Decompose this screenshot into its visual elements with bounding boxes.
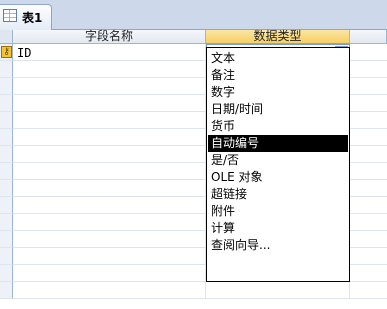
row-selector[interactable] <box>0 265 13 282</box>
description-cell[interactable] <box>350 78 387 95</box>
dropdown-option[interactable]: 附件 <box>208 203 348 220</box>
description-cell[interactable] <box>350 61 387 78</box>
description-cell[interactable] <box>350 95 387 112</box>
description-cell[interactable] <box>350 44 387 61</box>
dropdown-option[interactable]: 日期/时间 <box>208 101 348 118</box>
data-type-dropdown-list[interactable]: 文本 备注 数字 日期/时间 货币 自动编号 是/否 OLE 对象 超链接 附件… <box>206 47 350 282</box>
field-name-cell[interactable] <box>13 282 206 299</box>
primary-key-icon: ⚷ <box>1 46 12 58</box>
field-name-cell[interactable] <box>13 146 206 163</box>
field-name-cell[interactable] <box>13 61 206 78</box>
row-selector[interactable] <box>0 248 13 265</box>
field-name-cell[interactable] <box>13 129 206 146</box>
field-name-cell[interactable] <box>13 180 206 197</box>
description-cell[interactable] <box>350 214 387 231</box>
field-name-cell[interactable] <box>13 78 206 95</box>
description-cell[interactable] <box>350 146 387 163</box>
document-tab-strip: 表1 <box>0 0 387 30</box>
dropdown-option[interactable]: 查阅向导... <box>208 237 348 254</box>
column-header-field-name[interactable]: 字段名称 <box>13 30 206 44</box>
dropdown-option[interactable]: 超链接 <box>208 186 348 203</box>
field-name-cell[interactable] <box>13 95 206 112</box>
field-name-cell[interactable]: ID <box>13 44 206 61</box>
dropdown-option[interactable]: OLE 对象 <box>208 169 348 186</box>
dropdown-option[interactable]: 自动编号 <box>208 135 348 152</box>
field-name-cell[interactable] <box>13 214 206 231</box>
row-selector[interactable] <box>0 95 13 112</box>
field-name-cell[interactable] <box>13 163 206 180</box>
row-selector[interactable] <box>0 163 13 180</box>
row-selector[interactable] <box>0 231 13 248</box>
dropdown-option[interactable]: 备注 <box>208 67 348 84</box>
dropdown-option[interactable]: 货币 <box>208 118 348 135</box>
field-name-text: ID <box>17 46 32 60</box>
table-row[interactable] <box>0 282 387 299</box>
tab-table1[interactable]: 表1 <box>0 4 52 30</box>
description-cell[interactable] <box>350 197 387 214</box>
row-selector[interactable] <box>0 112 13 129</box>
row-selector[interactable] <box>0 180 13 197</box>
dropdown-option[interactable]: 文本 <box>208 50 348 67</box>
dropdown-option[interactable]: 数字 <box>208 84 348 101</box>
row-selector[interactable] <box>0 197 13 214</box>
column-header-description[interactable] <box>350 30 387 44</box>
row-selector[interactable] <box>0 61 13 78</box>
dropdown-option[interactable]: 是/否 <box>208 152 348 169</box>
description-cell[interactable] <box>350 163 387 180</box>
row-selector[interactable] <box>0 282 13 299</box>
description-cell[interactable] <box>350 180 387 197</box>
row-selector[interactable] <box>0 78 13 95</box>
row-selector[interactable] <box>0 129 13 146</box>
field-name-cell[interactable] <box>13 197 206 214</box>
dropdown-option[interactable]: 计算 <box>208 220 348 237</box>
description-cell[interactable] <box>350 282 387 299</box>
row-selector[interactable] <box>0 146 13 163</box>
field-name-cell[interactable] <box>13 265 206 282</box>
field-name-cell[interactable] <box>13 112 206 129</box>
table-icon <box>3 9 17 22</box>
description-cell[interactable] <box>350 248 387 265</box>
description-cell[interactable] <box>350 265 387 282</box>
row-selector[interactable]: ⚷ <box>0 44 13 61</box>
description-cell[interactable] <box>350 112 387 129</box>
field-name-cell[interactable] <box>13 231 206 248</box>
data-type-cell[interactable] <box>206 282 350 299</box>
description-cell[interactable] <box>350 129 387 146</box>
description-cell[interactable] <box>350 231 387 248</box>
row-selector[interactable] <box>0 214 13 231</box>
tab-label: 表1 <box>22 11 43 25</box>
field-name-cell[interactable] <box>13 248 206 265</box>
grid-corner[interactable] <box>0 30 13 44</box>
column-header-data-type[interactable]: 数据类型 <box>206 30 350 44</box>
